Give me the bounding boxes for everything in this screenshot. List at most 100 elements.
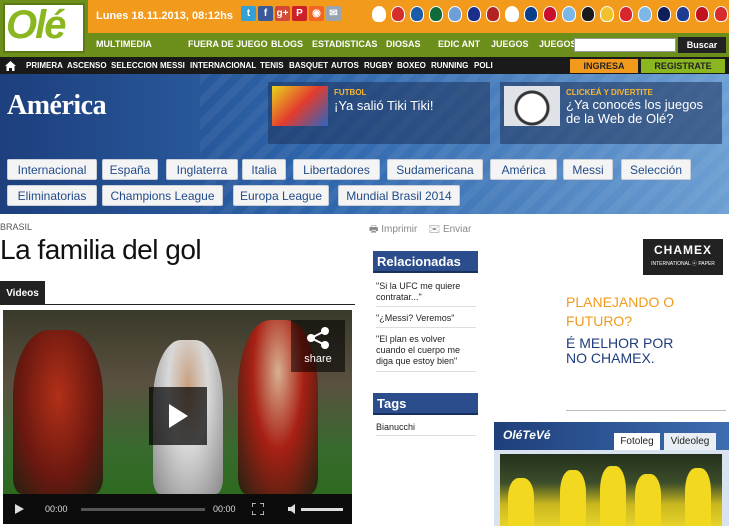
fullscreen-icon[interactable] [252, 503, 264, 515]
volume-slider[interactable] [301, 508, 343, 511]
team-crest-icon[interactable] [695, 6, 709, 22]
nav-item[interactable]: BASQUET [289, 61, 328, 70]
share-button[interactable]: share [291, 320, 345, 372]
promo-tiki-tiki[interactable]: FUTBOL ¡Ya salió Tiki Tiki! [268, 82, 490, 144]
tab-videos[interactable]: Videos [0, 281, 45, 305]
play-button[interactable] [149, 387, 207, 445]
team-crest-icon[interactable] [714, 6, 728, 22]
progress-bar[interactable] [81, 508, 205, 511]
team-crest-icon[interactable] [467, 6, 481, 22]
twitter-icon[interactable]: t [241, 6, 256, 21]
nav-item[interactable]: ASCENSO [67, 61, 107, 70]
category-tag[interactable]: Champions League [102, 185, 223, 206]
team-crest-icon[interactable] [372, 6, 386, 22]
team-crest-icon[interactable] [391, 6, 405, 22]
category-tag[interactable]: Messi [563, 159, 613, 180]
register-button[interactable]: REGISTRATE [641, 59, 725, 73]
category-tag[interactable]: Internacional [7, 159, 97, 180]
related-heading: Relacionadas [373, 251, 478, 273]
home-icon[interactable] [4, 59, 17, 72]
category-tag[interactable]: Italia [242, 159, 286, 180]
team-crest-icon[interactable] [429, 6, 443, 22]
play-small-icon[interactable] [15, 504, 24, 514]
volume-icon[interactable] [287, 503, 299, 515]
share-label: share [304, 353, 332, 365]
tab-videoleg[interactable]: Videoleg [664, 433, 716, 450]
nav-item[interactable]: JUEGOS [491, 39, 529, 49]
nav-item[interactable]: MULTIMEDIA [96, 39, 152, 49]
category-tag[interactable]: Mundial Brasil 2014 [338, 185, 460, 206]
pinterest-icon[interactable]: P [292, 6, 307, 21]
nav-item[interactable]: RUGBY [364, 61, 393, 70]
google-plus-icon[interactable]: g+ [275, 6, 290, 21]
nav-item[interactable]: POLI [474, 61, 493, 70]
send-label: Enviar [442, 224, 472, 235]
play-icon [169, 404, 188, 428]
send-link[interactable]: ✉ Enviar [428, 224, 471, 235]
team-crest-icon[interactable] [562, 6, 576, 22]
nav-item[interactable]: SELECCION [111, 61, 158, 70]
team-crest-icon[interactable] [505, 6, 519, 22]
chamex-logo: CHAMEX INTERNATIONAL ⓐ PAPER [643, 239, 723, 275]
team-crest-icon[interactable] [486, 6, 500, 22]
promo-category: FUTBOL [334, 88, 367, 97]
chamex-sub: INTERNATIONAL ⓐ PAPER [651, 261, 715, 267]
team-crest-icon[interactable] [524, 6, 538, 22]
category-tag[interactable]: España [102, 159, 158, 180]
team-crest-icon[interactable] [619, 6, 633, 22]
category-tag[interactable]: América [490, 159, 557, 180]
category-tag[interactable]: Eliminatorias [7, 185, 97, 206]
team-crest-icon[interactable] [600, 6, 614, 22]
oleteve-photo[interactable] [500, 454, 722, 526]
nav-item[interactable]: AUTOS [331, 61, 359, 70]
nav-item[interactable]: BLOGS [271, 39, 303, 49]
team-crest-icon[interactable] [676, 6, 690, 22]
print-link[interactable]: 🖶 Imprimir [369, 224, 420, 235]
related-link[interactable]: "Si la UFC me quiere contratar..." [376, 281, 476, 303]
nav-item[interactable]: RUNNING [431, 61, 468, 70]
divider [376, 327, 476, 328]
category-tag[interactable]: Libertadores [293, 159, 380, 180]
nav-item[interactable]: ESTADISTICAS [312, 39, 377, 49]
nav-item[interactable]: DIOSAS [386, 39, 421, 49]
search-button[interactable]: Buscar [678, 37, 726, 53]
ad-divider [566, 410, 726, 411]
nav-item[interactable]: BOXEO [397, 61, 426, 70]
search-input[interactable] [574, 38, 676, 52]
duration: 00:00 [213, 504, 236, 514]
tag-link[interactable]: Bianucchi [376, 422, 476, 433]
team-crest-icon[interactable] [543, 6, 557, 22]
related-link[interactable]: "El plan es volver cuando el cuerpo me d… [376, 334, 476, 367]
related-link[interactable]: "¿Messi? Veremos" [376, 313, 476, 324]
category-tag[interactable]: Europa League [233, 185, 329, 206]
nav-item[interactable]: EDIC ANT [438, 39, 480, 49]
promo-category: CLICKEÁ Y DIVERTITE [566, 88, 653, 97]
nav-item[interactable]: TENIS [260, 61, 284, 70]
login-button[interactable]: INGRESA [570, 59, 638, 73]
team-crest-icon[interactable] [638, 6, 652, 22]
tab-fotoleg[interactable]: Fotoleg [614, 433, 660, 450]
category-tag[interactable]: Sudamericana [387, 159, 483, 180]
video-player[interactable]: share 00:00 00:00 [3, 310, 352, 524]
rss-icon[interactable]: ◉ [309, 6, 324, 21]
promo-juegos[interactable]: CLICKEÁ Y DIVERTITE ¿Ya conocés los jueg… [500, 82, 722, 144]
nav-item[interactable]: PRIMERA [26, 61, 63, 70]
page-title: La familia del gol [0, 234, 202, 265]
facebook-icon[interactable]: f [258, 6, 273, 21]
section-title: América [7, 90, 107, 121]
ole-logo[interactable]: Olé [0, 0, 88, 57]
team-crest-icon[interactable] [410, 6, 424, 22]
team-crest-icon[interactable] [581, 6, 595, 22]
print-icon: 🖶 [369, 224, 379, 235]
nav-item[interactable]: FUERA DE JUEGO [188, 39, 268, 49]
nav-item[interactable]: JUEGOS [539, 39, 577, 49]
nav-item[interactable]: MESSI [160, 61, 185, 70]
category-tag[interactable]: Inglaterra [166, 159, 238, 180]
team-crests [372, 6, 728, 22]
tab-divider [0, 304, 355, 305]
mail-icon[interactable]: ✉ [326, 6, 341, 21]
team-crest-icon[interactable] [448, 6, 462, 22]
team-crest-icon[interactable] [657, 6, 671, 22]
nav-item[interactable]: INTERNACIONAL [190, 61, 256, 70]
category-tag[interactable]: Selección [621, 159, 691, 180]
